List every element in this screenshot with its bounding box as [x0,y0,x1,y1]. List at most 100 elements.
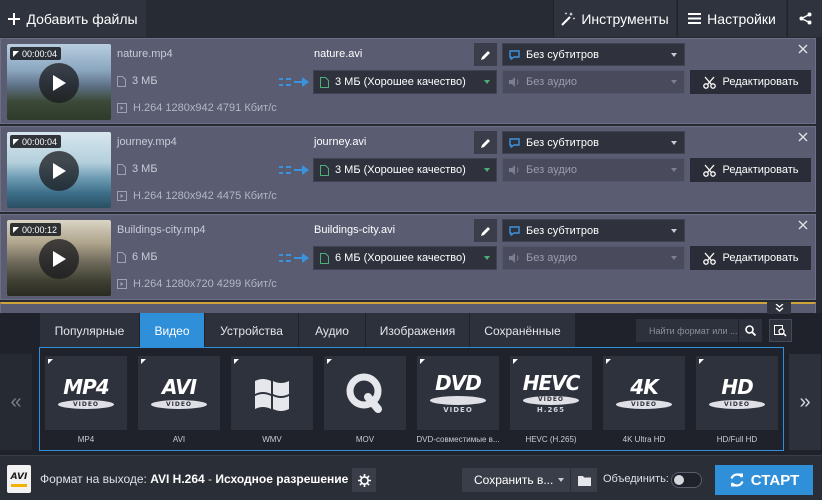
file-row-partial[interactable] [0,302,816,313]
chevron-down-icon [671,229,677,233]
format-hevc[interactable]: HEVC VIDEO H.265 HEVC (H.265) [510,356,592,450]
source-file-name: journey.mp4 [117,136,177,148]
play-button[interactable] [39,239,79,279]
edit-button[interactable]: Редактировать [690,246,811,270]
tab-audio[interactable]: Аудио [299,313,366,348]
format-hd[interactable]: HD VIDEO HD/Full HD [696,356,778,450]
play-button[interactable] [39,63,79,103]
format-dvd[interactable]: DVD VIDEO DVD-совместимые в... [416,356,500,450]
speech-bubble-icon [509,137,520,148]
toggle-knob [674,475,684,485]
avi-logo-icon: AVI VIDEO [151,377,207,409]
speaker-icon [509,165,519,175]
double-chevron-down-icon [775,304,783,312]
output-format-text: Формат на выходе: AVI H.264 - Исходное р… [40,472,349,486]
chevron-down-icon [671,141,677,145]
pencil-icon [480,50,490,60]
file-list: 00:00:04 nature.mp4 3 МБ H.264 1280x942 … [0,37,822,313]
source-file-size: 6 МБ [117,251,158,263]
convert-arrow-icon [279,77,309,87]
convert-arrow-icon [279,253,309,263]
edit-button[interactable]: Редактировать [690,70,811,94]
audio-dropdown[interactable]: Без аудио [502,246,685,270]
rename-button[interactable] [474,131,497,154]
speech-bubble-icon [509,225,520,236]
merge-toggle[interactable] [671,472,702,488]
format-4k[interactable]: 4K VIDEO 4K Ultra HD [603,356,685,450]
source-codec-info: H.264 1280x942 4791 Кбит/с [117,102,277,114]
convert-arrow-icon [279,165,309,175]
formats-prev-button[interactable]: « [0,354,32,450]
search-button[interactable] [739,319,762,342]
video-thumbnail[interactable]: 00:00:04 [7,44,111,120]
format-mov[interactable]: MOV [324,356,406,450]
tab-devices[interactable]: Устройства [205,313,299,348]
subtitles-dropdown[interactable]: Без субтитров [502,131,685,154]
format-card [231,356,313,430]
subtitles-dropdown[interactable]: Без субтитров [502,219,685,242]
tools-button[interactable]: Инструменты [553,0,676,37]
format-avi[interactable]: AVI VIDEO AVI [138,356,220,450]
edit-button[interactable]: Редактировать [690,158,811,182]
windows-logo-icon [255,379,289,411]
audio-dropdown[interactable]: Без аудио [502,158,685,182]
formats-next-button[interactable]: » [789,354,821,450]
format-wmv[interactable]: WMV [231,356,313,450]
file-icon [117,75,126,87]
output-resolution-value: Исходное разрешение [215,472,349,486]
tab-saved[interactable]: Сохранённые [470,313,576,348]
quality-dropdown[interactable]: 3 МБ (Хорошее качество) [313,70,497,94]
source-codec-info: H.264 1280x720 4299 Кбит/с [117,278,277,290]
scissors-icon [702,252,716,265]
format-tabs: Популярные Видео Устройства Аудио Изобра… [40,313,576,348]
close-icon[interactable] [797,219,809,231]
speaker-icon [509,77,519,87]
file-row[interactable]: 00:00:12 Buildings-city.mp4 6 МБ H.264 1… [0,214,816,300]
video-thumbnail[interactable]: 00:00:12 [7,220,111,296]
format-card: AVI VIDEO [138,356,220,430]
close-icon[interactable] [797,43,809,55]
format-card [324,356,406,430]
formats-grid: MP4 VIDEO MP4 AVI VIDEO AVI WMV MOV DVD VID… [39,347,784,451]
chevron-down-icon [484,80,490,84]
open-folder-button[interactable] [571,468,597,492]
folder-icon [577,475,591,486]
save-to-dropdown[interactable]: Сохранить в... [462,468,570,492]
video-icon [117,191,127,201]
output-format-icon: AVI [7,465,31,493]
file-row[interactable]: 00:00:04 nature.mp4 3 МБ H.264 1280x942 … [0,38,816,124]
subtitles-dropdown[interactable]: Без субтитров [502,43,685,66]
share-button[interactable] [787,0,822,37]
quality-dropdown[interactable]: 6 МБ (Хорошее качество) [313,246,497,270]
scissors-icon [702,76,716,89]
tab-popular[interactable]: Популярные [40,313,140,348]
rename-button[interactable] [474,43,497,66]
file-row[interactable]: 00:00:04 journey.mp4 3 МБ H.264 1280x942… [0,126,816,212]
pencil-icon [480,226,490,236]
start-button[interactable]: СТАРТ [715,465,813,495]
video-thumbnail[interactable]: 00:00:04 [7,132,111,208]
collapse-panel-button[interactable] [767,302,791,314]
hevc-logo-icon: HEVC VIDEO H.265 [522,370,581,414]
chevron-down-icon [671,168,677,172]
file-icon [117,251,126,263]
output-settings-button[interactable] [352,468,376,492]
tab-images[interactable]: Изображения [366,313,470,348]
dvd-logo-icon: DVD VIDEO [430,373,486,414]
rename-button[interactable] [474,219,497,242]
clock-icon [13,138,19,145]
format-card: MP4 VIDEO [45,356,127,430]
4k-logo-icon: 4K VIDEO [616,377,672,409]
chevron-down-icon [671,53,677,57]
tab-video[interactable]: Видео [140,313,205,348]
play-button[interactable] [39,151,79,191]
device-search-button[interactable] [769,319,792,342]
settings-button[interactable]: Настройки [677,0,786,37]
quality-dropdown[interactable]: 3 МБ (Хорошее качество) [313,158,497,182]
chevron-down-icon [484,168,490,172]
add-files-button[interactable]: Добавить файлы [0,0,146,37]
audio-dropdown[interactable]: Без аудио [502,70,685,94]
close-icon[interactable] [797,131,809,143]
format-search-input[interactable]: Найти формат или ... [636,319,738,342]
format-mp4[interactable]: MP4 VIDEO MP4 [45,356,127,450]
